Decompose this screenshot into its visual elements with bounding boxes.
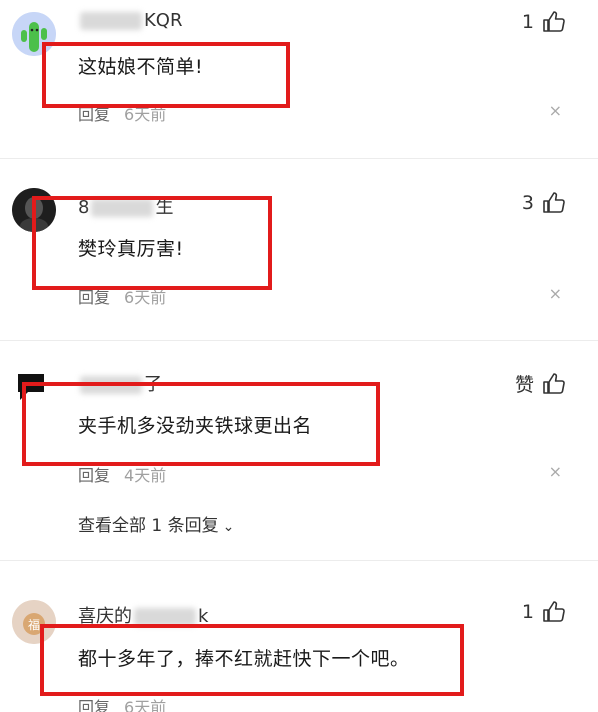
timestamp: 6天前	[124, 698, 167, 712]
thumbs-up-icon	[543, 11, 565, 32]
like-count: 1	[521, 601, 534, 623]
timestamp: 6天前	[124, 288, 167, 307]
divider	[0, 158, 598, 159]
highlight-box	[32, 196, 272, 290]
view-all-replies-link[interactable]: 查看全部 1 条回复 ⌄	[78, 511, 234, 536]
like-count: 赞	[514, 374, 534, 396]
thumbs-up-icon	[543, 192, 565, 213]
redacted-name-blur	[80, 12, 142, 30]
close-icon[interactable]: ×	[549, 462, 562, 481]
reply-button[interactable]: 回复	[78, 466, 110, 485]
close-icon[interactable]: ×	[549, 284, 562, 303]
like-button[interactable]: 3	[522, 191, 566, 215]
comment-meta: 回复 6天前	[78, 694, 166, 712]
highlight-box	[40, 624, 464, 696]
like-count: 3	[521, 192, 534, 214]
close-icon[interactable]: ×	[549, 101, 562, 120]
like-count: 1	[521, 11, 534, 33]
thumbs-up-icon	[543, 372, 565, 394]
highlight-box	[42, 42, 290, 108]
username[interactable]: KQR	[78, 10, 182, 31]
like-button[interactable]: 1	[522, 600, 566, 624]
timestamp: 4天前	[124, 466, 167, 485]
like-button[interactable]: 赞	[515, 370, 566, 397]
view-replies-label: 查看全部 1 条回复	[78, 516, 219, 536]
reply-button[interactable]: 回复	[78, 288, 110, 307]
reply-button[interactable]: 回复	[78, 698, 110, 712]
divider	[0, 340, 598, 341]
highlight-box	[22, 382, 380, 466]
like-button[interactable]: 1	[522, 10, 566, 34]
chevron-down-icon: ⌄	[222, 519, 235, 535]
svg-text:福: 福	[28, 617, 40, 632]
thumbs-up-icon	[543, 601, 565, 622]
divider	[0, 560, 598, 561]
